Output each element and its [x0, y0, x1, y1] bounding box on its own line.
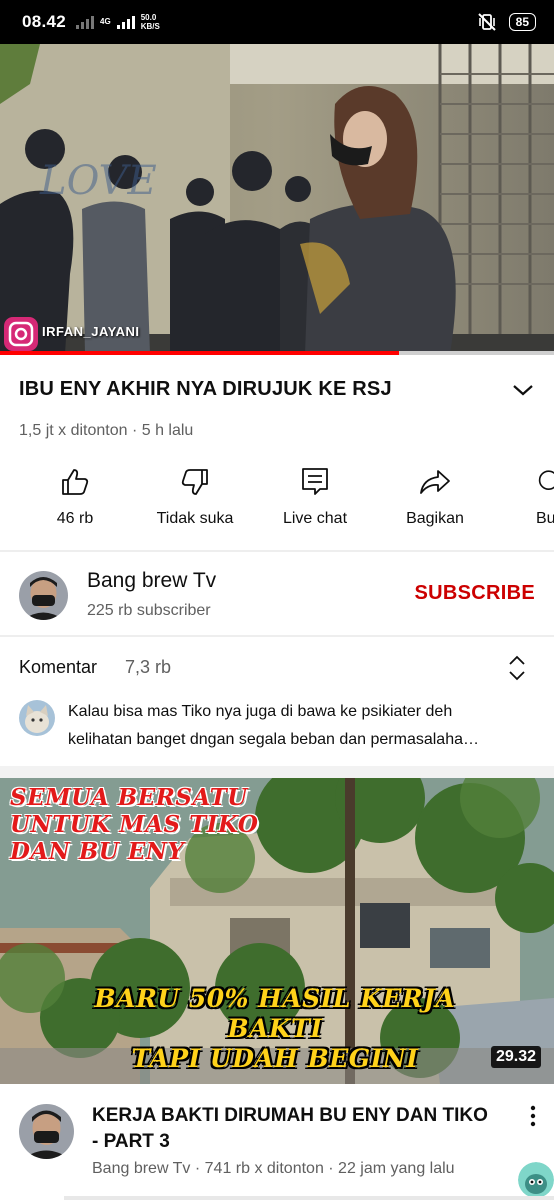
expand-description-button[interactable] [507, 374, 539, 406]
x-signal-icon [76, 15, 95, 29]
status-right-icons: 85 [477, 12, 536, 32]
overlay-line: BAKTI [227, 1014, 323, 1043]
robot-icon [518, 1162, 554, 1198]
divider [0, 635, 554, 637]
network-speed: 50.0 KB/S [141, 13, 160, 31]
comments-expand-button[interactable] [505, 654, 529, 682]
thumbs-down-icon [181, 469, 208, 495]
floating-assistant-bubble[interactable] [518, 1162, 554, 1198]
partial-icon [538, 470, 554, 491]
cat-avatar-image [19, 700, 55, 736]
channel-name[interactable]: Bang brew Tv [87, 569, 216, 593]
speed-unit: KB/S [140, 22, 160, 31]
video-title: IBU ENY AKHIR NYA DIRUJUK KE RSJ [19, 378, 392, 400]
share-icon [420, 470, 450, 494]
comment-avatar [19, 700, 55, 736]
speed-value: 50.0 [140, 13, 157, 22]
live-chat-icon [302, 468, 328, 495]
subscribe-button[interactable]: SUBSCRIBE [415, 582, 536, 605]
thumbnail-overlay-bottom: BARU 50% HASIL KERJA BAKTI TAPI UDAH BEG… [70, 984, 480, 1074]
thumbnail-overlay-top: SEMUA BERSATU UNTUK MAS TIKO DAN BU ENY [10, 784, 258, 865]
title-row[interactable]: IBU ENY AKHIR NYA DIRUJUK KE RSJ [19, 378, 539, 401]
live-chat-button[interactable]: Live chat [260, 462, 370, 528]
next-item-peek [64, 1196, 554, 1200]
battery-icon: 85 [508, 13, 536, 31]
dislike-label: Tidak suka [156, 510, 234, 527]
video-meta: 1,5 jt x ditonton · 5 h lalu [19, 422, 194, 439]
mute-vibrate-icon [477, 13, 496, 31]
more-vertical-icon [530, 1105, 536, 1127]
subscriber-count: 225 rb subscriber [87, 602, 211, 619]
progress-fill [0, 351, 399, 355]
dislike-button[interactable]: Tidak suka [140, 462, 250, 528]
comment-text: Kalau bisa mas Tiko nya juga di bawa ke … [68, 698, 536, 754]
svg-text:LOVE: LOVE [39, 158, 157, 204]
video-duration: 29.32 [490, 1046, 541, 1068]
channel-avatar[interactable] [19, 571, 68, 620]
thumbs-up-icon [62, 469, 89, 495]
video-frame: LOVE [0, 44, 554, 354]
like-count: 46 rb [56, 510, 94, 527]
chevron-down-icon [513, 385, 533, 396]
share-label: Bagikan [406, 510, 464, 527]
more-options-button[interactable] [526, 1104, 540, 1128]
status-bar: 08.42 4G 50.0 KB/S 85 [0, 0, 554, 44]
avatar-image [19, 571, 68, 620]
next-video-channel-avatar[interactable] [19, 1104, 74, 1159]
signal-icon [116, 15, 135, 29]
partial-action-button[interactable]: Bu [500, 462, 554, 528]
comments-header: Komentar [19, 657, 98, 677]
status-time: 08.42 [22, 12, 67, 31]
overlay-line: DAN BU ENY [10, 838, 185, 865]
divider [0, 550, 554, 552]
overlay-line: BARU 50% HASIL KERJA [94, 984, 456, 1013]
next-video-meta: Bang brew Tv · 741 rb x ditonton · 22 ja… [92, 1160, 455, 1177]
instagram-watermark: IRFAN_JAYANI [42, 324, 140, 339]
overlay-line: TAPI UDAH BEGINI [131, 1044, 419, 1073]
share-button[interactable]: Bagikan [380, 462, 490, 528]
overlay-line: SEMUA BERSATU [10, 784, 248, 811]
video-player[interactable]: LOVE IRFAN_JAYANI [0, 44, 554, 354]
section-divider [0, 766, 554, 778]
unfold-icon [509, 655, 525, 681]
comment-line: kelihatan banget dngan segala beban dan … [68, 731, 479, 748]
partial-action-label: Bu [536, 510, 554, 527]
action-bar: 46 rb Tidak suka Live chat Bagikan Bu [0, 462, 554, 542]
overlay-line: UNTUK MAS TIKO [10, 811, 259, 838]
like-button[interactable]: 46 rb [20, 462, 130, 528]
avatar-image [19, 1104, 74, 1159]
comment-line: Kalau bisa mas Tiko nya juga di bawa ke … [68, 703, 453, 720]
network-indicator: 4G [100, 18, 111, 26]
network-type: 4G [100, 17, 111, 26]
status-left-icons: 4G 50.0 KB/S [76, 13, 160, 31]
next-video-thumbnail[interactable]: SEMUA BERSATU UNTUK MAS TIKO DAN BU ENY … [0, 778, 554, 1084]
comments-count: 7,3 rb [125, 657, 172, 677]
live-chat-label: Live chat [282, 510, 348, 527]
next-video-title[interactable]: KERJA BAKTI DIRUMAH BU ENY DAN TIKO - PA… [92, 1103, 492, 1155]
progress-bar[interactable] [0, 351, 554, 355]
